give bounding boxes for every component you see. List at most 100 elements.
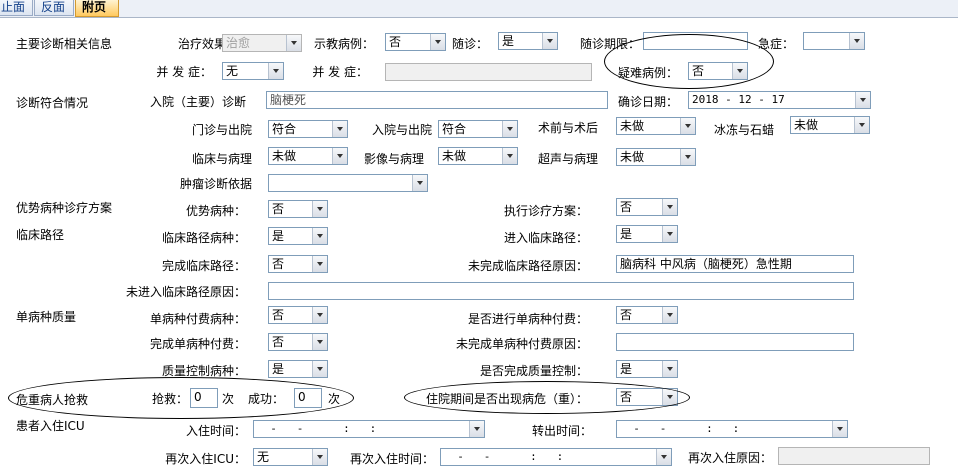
tab-back[interactable]: 反面 bbox=[34, 0, 74, 16]
admit-discharge-select[interactable]: 符合 bbox=[438, 120, 518, 138]
emergency-select[interactable] bbox=[803, 32, 865, 50]
qc-disease-select[interactable]: 是 bbox=[268, 360, 328, 378]
single-fee-done-select[interactable]: 否 bbox=[616, 306, 678, 324]
chevron-down-icon[interactable] bbox=[680, 118, 695, 134]
label-qc-disease: 质量控制病种： bbox=[161, 364, 246, 378]
section-icu: 患者入住ICU bbox=[16, 419, 85, 433]
teaching-case-select[interactable]: 否 bbox=[385, 33, 446, 51]
label-not-enter-reason: 未进入临床路径原因： bbox=[125, 285, 246, 299]
frozen-paraffin-select[interactable]: 未做 bbox=[790, 116, 870, 134]
label-ultrasound-pathology: 超声与病理 bbox=[537, 152, 598, 166]
incomplete-single-reason-input[interactable] bbox=[616, 333, 854, 351]
label-qc-complete: 是否完成质量控制： bbox=[479, 364, 588, 378]
tab-bar: 止面 反面 附页 bbox=[0, 0, 958, 18]
clinical-pathology-select[interactable]: 未做 bbox=[268, 147, 348, 165]
label-incomplete-single-reason: 未完成单病种付费原因： bbox=[455, 337, 588, 351]
label-complete-single-fee: 完成单病种付费： bbox=[149, 337, 246, 351]
chevron-down-icon[interactable] bbox=[662, 389, 677, 405]
reicu-select[interactable]: 无 bbox=[253, 448, 328, 466]
icu-in-time-picker[interactable]: - - : : bbox=[253, 420, 485, 438]
label-reicu: 再次入住ICU： bbox=[165, 452, 246, 466]
chevron-down-icon[interactable] bbox=[312, 256, 327, 272]
label-tumor-basis: 肿瘤诊断依据 bbox=[179, 177, 252, 191]
chevron-down-icon[interactable] bbox=[680, 149, 695, 165]
outpatient-discharge-select[interactable]: 符合 bbox=[268, 120, 348, 138]
label-outpatient-discharge: 门诊与出院 bbox=[191, 123, 252, 137]
chevron-down-icon[interactable] bbox=[849, 33, 864, 49]
complication-detail-input[interactable] bbox=[385, 63, 592, 81]
label-enter-pathway: 进入临床路径： bbox=[503, 231, 588, 245]
label-incomplete-pathway-reason: 未完成临床路径原因： bbox=[467, 259, 588, 273]
label-followup: 随诊： bbox=[451, 37, 488, 51]
tumor-basis-select[interactable] bbox=[268, 174, 428, 192]
chevron-down-icon[interactable] bbox=[332, 148, 347, 164]
complete-pathway-select[interactable]: 否 bbox=[268, 255, 328, 273]
imaging-pathology-select[interactable]: 未做 bbox=[438, 147, 518, 165]
tab-front[interactable]: 止面 bbox=[0, 0, 33, 16]
preop-postop-select[interactable]: 未做 bbox=[616, 117, 696, 135]
chevron-down-icon[interactable] bbox=[312, 334, 327, 350]
incomplete-pathway-reason-input[interactable]: 脑病科 中风病（脑梗死）急性期 bbox=[616, 255, 854, 273]
not-enter-reason-input[interactable] bbox=[268, 282, 854, 300]
qc-complete-select[interactable]: 是 bbox=[616, 360, 678, 378]
confirm-date-picker[interactable]: 2018 - 12 - 17 bbox=[688, 91, 871, 109]
label-times-2: 次 bbox=[328, 392, 341, 406]
chevron-down-icon[interactable] bbox=[312, 307, 327, 323]
calendar-dropdown-icon[interactable] bbox=[656, 449, 671, 465]
calendar-dropdown-icon[interactable] bbox=[469, 421, 484, 437]
reicu-time-picker[interactable]: - - : : bbox=[440, 448, 672, 466]
chevron-down-icon[interactable] bbox=[268, 63, 283, 79]
section-clinical-pathway: 临床路径 bbox=[16, 228, 65, 242]
chevron-down-icon[interactable] bbox=[312, 228, 327, 244]
calendar-dropdown-icon[interactable] bbox=[832, 421, 847, 437]
chevron-down-icon[interactable] bbox=[662, 199, 677, 215]
chevron-down-icon[interactable] bbox=[312, 201, 327, 217]
label-reicu-reason: 再次入住原因： bbox=[687, 451, 772, 465]
label-complication-2: 并 发 症： bbox=[312, 65, 368, 79]
section-main-diagnosis: 主要诊断相关信息 bbox=[16, 37, 113, 51]
pathway-disease-select[interactable]: 是 bbox=[268, 227, 328, 245]
chevron-down-icon[interactable] bbox=[662, 361, 677, 377]
chevron-down-icon[interactable] bbox=[732, 63, 747, 79]
chevron-down-icon[interactable] bbox=[662, 226, 677, 242]
chevron-down-icon[interactable] bbox=[412, 175, 427, 191]
icu-out-time-picker[interactable]: - - : : bbox=[616, 420, 848, 438]
success-count-input[interactable]: 0 bbox=[294, 388, 322, 408]
chevron-down-icon[interactable] bbox=[854, 117, 869, 133]
calendar-dropdown-icon[interactable] bbox=[855, 92, 870, 108]
advantage-disease-select[interactable]: 否 bbox=[268, 200, 328, 218]
label-admit-diagnosis: 入院（主要）诊断 bbox=[149, 95, 246, 109]
enter-pathway-select[interactable]: 是 bbox=[616, 225, 678, 243]
admit-diagnosis-input[interactable]: 脑梗死 bbox=[266, 91, 608, 109]
single-fee-disease-select[interactable]: 否 bbox=[268, 306, 328, 324]
chevron-down-icon[interactable] bbox=[430, 34, 445, 50]
complication-select[interactable]: 无 bbox=[222, 62, 284, 80]
chevron-down-icon[interactable] bbox=[502, 121, 517, 137]
label-complete-pathway: 完成临床路径： bbox=[161, 259, 246, 273]
chevron-down-icon[interactable] bbox=[502, 148, 517, 164]
section-advantage-disease: 优势病种诊疗方案 bbox=[16, 201, 113, 215]
tab-appendix[interactable]: 附页 bbox=[75, 0, 119, 17]
chevron-down-icon[interactable] bbox=[332, 121, 347, 137]
chevron-down-icon[interactable] bbox=[312, 361, 327, 377]
treat-effect-select[interactable]: 治愈 bbox=[222, 34, 302, 52]
chevron-down-icon[interactable] bbox=[662, 307, 677, 323]
critical-during-stay-select[interactable]: 否 bbox=[616, 388, 678, 406]
rescue-count-input[interactable]: 0 bbox=[190, 388, 218, 408]
followup-select[interactable]: 是 bbox=[498, 32, 558, 50]
ultrasound-pathology-select[interactable]: 未做 bbox=[616, 148, 696, 166]
complete-single-fee-select[interactable]: 否 bbox=[268, 333, 328, 351]
followup-period-input[interactable] bbox=[643, 32, 748, 50]
label-emergency: 急症： bbox=[757, 37, 794, 51]
label-clinical-pathology: 临床与病理 bbox=[191, 152, 252, 166]
chevron-down-icon[interactable] bbox=[542, 33, 557, 49]
section-critical-rescue: 危重病人抢救 bbox=[16, 393, 89, 407]
chevron-down-icon[interactable] bbox=[312, 449, 327, 465]
label-single-fee-done: 是否进行单病种付费： bbox=[467, 312, 588, 326]
label-followup-period: 随诊期限： bbox=[579, 37, 640, 51]
label-rescue: 抢救： bbox=[151, 392, 188, 406]
exec-plan-select[interactable]: 否 bbox=[616, 198, 678, 216]
difficult-case-select[interactable]: 否 bbox=[688, 62, 748, 80]
reicu-reason-input[interactable] bbox=[778, 447, 930, 465]
label-imaging-pathology: 影像与病理 bbox=[363, 152, 424, 166]
